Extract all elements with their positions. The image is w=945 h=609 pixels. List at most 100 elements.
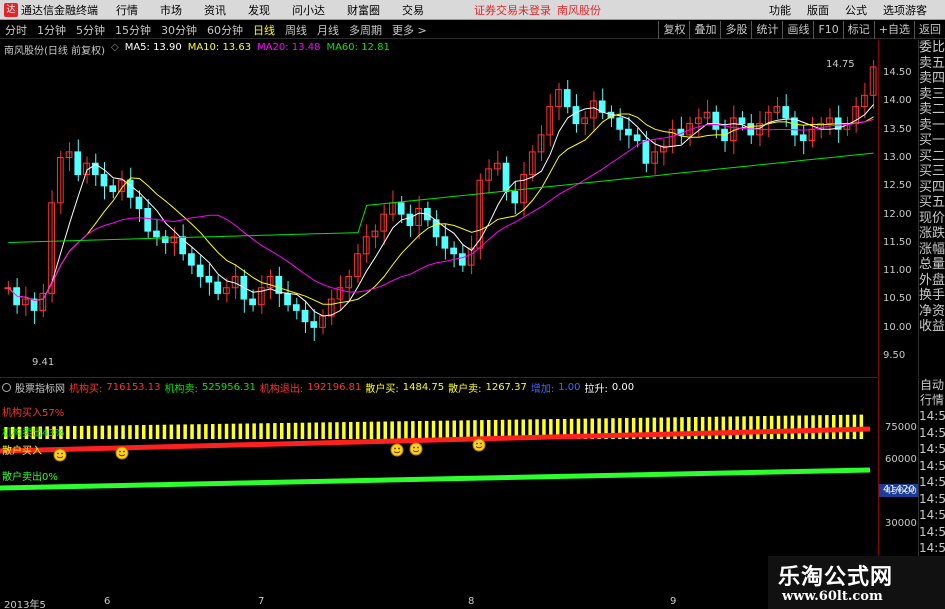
high-price-label: 14.75 <box>826 59 855 70</box>
candle-body <box>642 140 650 164</box>
toolbar-button-7[interactable]: +自选 <box>873 21 914 39</box>
indicator-tick: 45000 <box>885 486 917 497</box>
side-item-2[interactable]: 卖四 <box>919 71 945 87</box>
side2-item-6[interactable]: 14:50 <box>919 474 945 491</box>
side-item-10[interactable]: 买五 <box>919 195 945 211</box>
menu-trade[interactable]: 交易 <box>402 2 424 18</box>
period-tab-10[interactable]: 更多 > <box>387 22 432 38</box>
side2-item-7[interactable]: 14:50 <box>919 491 945 508</box>
ma5-line <box>8 104 874 317</box>
menu-news[interactable]: 资讯 <box>204 2 226 18</box>
side-item-18[interactable]: 收益 <box>919 319 945 335</box>
side2-item-5[interactable]: 14:50 <box>919 458 945 475</box>
side-item-7[interactable]: 买二 <box>919 149 945 165</box>
menu-ask[interactable]: 问小达 <box>292 2 325 18</box>
side-item-1[interactable]: 卖五 <box>919 56 945 72</box>
watermark-url: www.60lt.com <box>782 589 883 604</box>
side2-item-3[interactable]: 14:50 <box>919 425 945 442</box>
toolbar-button-4[interactable]: 画线 <box>782 21 813 39</box>
period-tab-9[interactable]: 多周期 <box>344 22 387 38</box>
side-item-6[interactable]: 买一 <box>919 133 945 149</box>
indicator-bar <box>197 424 201 439</box>
menu-function[interactable]: 功能 <box>769 2 791 18</box>
indicator-bar <box>369 421 374 439</box>
toolbar-button-0[interactable]: 复权 <box>658 21 689 39</box>
price-tick: 12.50 <box>883 180 912 192</box>
side2-item-4[interactable]: 14:50 <box>919 441 945 458</box>
toolbar-button-3[interactable]: 统计 <box>751 21 782 39</box>
side-item-15[interactable]: 外盘 <box>919 273 945 289</box>
indicator-bar <box>721 416 726 439</box>
period-tab-1[interactable]: 1分钟 <box>32 22 71 38</box>
indicator-bar <box>763 416 767 439</box>
indicator-bar <box>148 424 153 439</box>
side-item-17[interactable]: 净资 <box>919 304 945 320</box>
side2-item-8[interactable]: 14:50 <box>919 507 945 524</box>
period-tab-5[interactable]: 60分钟 <box>202 22 248 38</box>
side2-item-1[interactable]: 行情 <box>919 393 945 408</box>
indicator-bar <box>473 420 477 439</box>
period-tab-7[interactable]: 周线 <box>280 22 312 38</box>
candle-body <box>738 117 746 125</box>
side2-item-9[interactable]: 14:50 <box>919 524 945 541</box>
menu-market[interactable]: 市场 <box>160 2 182 18</box>
candle-body <box>100 174 108 187</box>
indicator-bar <box>466 420 470 439</box>
period-tab-3[interactable]: 15分钟 <box>110 22 156 38</box>
menu-wealth[interactable]: 财富圈 <box>347 2 380 18</box>
indicator-bar <box>93 425 98 439</box>
indicator-bar <box>335 422 339 439</box>
indicator-bar <box>183 424 187 439</box>
period-tab-8[interactable]: 月线 <box>312 22 344 38</box>
side-item-13[interactable]: 涨幅 <box>919 242 945 258</box>
side2-item-0[interactable]: 自动 <box>919 378 945 393</box>
toolbar-button-8[interactable]: 返回 <box>914 21 945 39</box>
side-item-8[interactable]: 买三 <box>919 164 945 180</box>
candle-body <box>21 298 29 306</box>
app-logo-icon: 达 <box>4 2 18 17</box>
candles <box>4 60 877 341</box>
menu-layout[interactable]: 版面 <box>807 2 829 18</box>
candle-body <box>345 275 353 289</box>
login-status[interactable]: 证券交易未登录 <box>474 2 551 18</box>
side-item-14[interactable]: 总量 <box>919 257 945 273</box>
indicator-settings-icon[interactable] <box>2 383 11 392</box>
indicator-bar <box>231 423 236 439</box>
menu-options[interactable]: 选项 <box>883 2 905 18</box>
menu-quotes[interactable]: 行情 <box>116 2 138 18</box>
toolbar-button-6[interactable]: 标记 <box>842 21 874 39</box>
side-item-9[interactable]: 买四 <box>919 180 945 196</box>
indicator-chart[interactable]: 机构买入57% 机构卖出43% 散户买入散户卖出0% <box>0 392 878 590</box>
side-item-3[interactable]: 卖三 <box>919 87 945 103</box>
side-item-4[interactable]: 卖二 <box>919 102 945 118</box>
period-tab-4[interactable]: 30分钟 <box>156 22 202 38</box>
candle-body <box>205 275 213 283</box>
period-tab-2[interactable]: 5分钟 <box>71 22 110 38</box>
toolbar-button-2[interactable]: 多股 <box>720 21 751 39</box>
side-item-11[interactable]: 现价 <box>919 211 945 227</box>
guest-label[interactable]: 游客 <box>905 2 927 18</box>
ma20-line <box>8 118 874 302</box>
candlestick-chart[interactable] <box>0 40 878 377</box>
side-item-5[interactable]: 卖一 <box>919 118 945 134</box>
side-item-16[interactable]: 换手 <box>919 288 945 304</box>
menu-formula[interactable]: 公式 <box>845 2 867 18</box>
toolbar-button-1[interactable]: 叠加 <box>689 21 720 39</box>
candle-body <box>791 117 798 136</box>
indicator-bar <box>142 425 146 439</box>
indicator-bar <box>776 415 781 439</box>
toolbar-button-5[interactable]: F10 <box>813 21 842 39</box>
indicator-bar <box>818 415 822 439</box>
side-item-0[interactable]: 委比 <box>919 40 945 56</box>
menu-discover[interactable]: 发现 <box>248 2 270 18</box>
side2-item-2[interactable]: 14:50 <box>919 408 945 425</box>
indicator-bar <box>204 424 208 439</box>
period-tab-0[interactable]: 分时 <box>0 22 32 38</box>
indicator-bar <box>121 425 125 439</box>
period-tab-6[interactable]: 日线 <box>248 22 280 38</box>
side2-item-10[interactable]: 14:50 <box>919 540 945 557</box>
label-institution-buy: 机构买入57% <box>2 406 64 419</box>
side-item-12[interactable]: 涨跌 <box>919 226 945 242</box>
date-label: 8 <box>468 596 475 607</box>
candle-body <box>633 134 641 142</box>
